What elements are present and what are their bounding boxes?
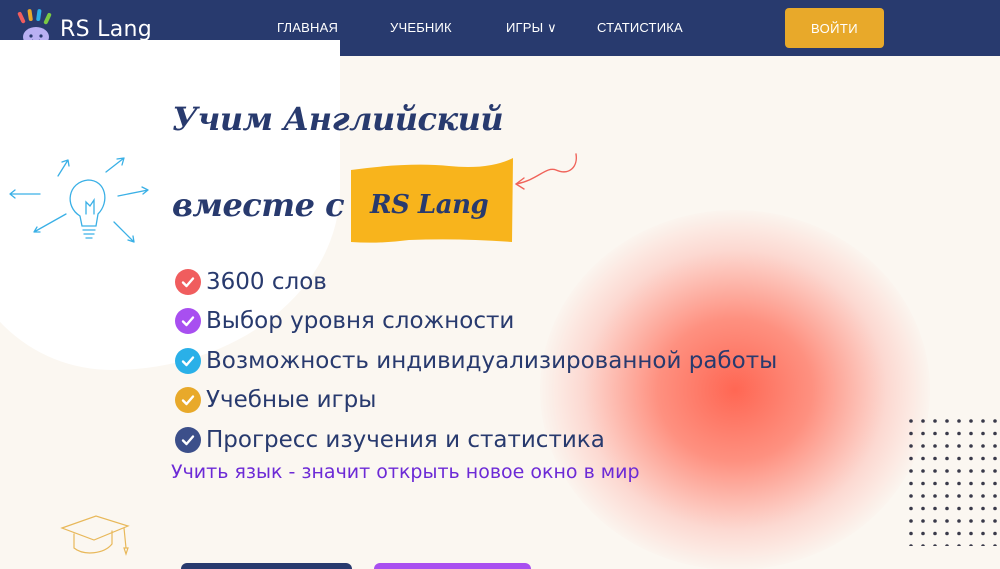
dot-grid-decoration [908, 418, 1000, 546]
nav-statistics[interactable]: СТАТИСТИКА [597, 20, 683, 35]
check-icon [175, 308, 201, 335]
secondary-action-button[interactable] [374, 563, 531, 569]
nav-games-dropdown[interactable]: ИГРЫ ∨ [506, 20, 557, 36]
graduation-cap-icon [60, 515, 130, 556]
check-icon [175, 347, 201, 374]
primary-action-button[interactable] [181, 563, 352, 569]
nav-home[interactable]: ГЛАВНАЯ [277, 20, 338, 35]
check-icon [175, 426, 201, 453]
curved-arrow-icon [515, 153, 577, 190]
hero-title-line2: вместе с [172, 186, 345, 224]
login-button[interactable]: ВОЙТИ [785, 8, 884, 48]
feature-item: Прогресс изучения и статистика [175, 420, 777, 460]
lightbulb-icon [9, 157, 149, 243]
brand-badge: RS Lang [370, 190, 489, 220]
feature-text: Возможность индивидуализированной работы [206, 347, 778, 374]
check-icon [175, 268, 201, 295]
check-icon [175, 387, 201, 414]
hero-title-line1: Учим Английский [172, 100, 504, 138]
logo-text: RS Lang [60, 16, 152, 42]
feature-text: Прогресс изучения и статистика [206, 426, 605, 453]
feature-item: Учебные игры [175, 381, 777, 421]
feature-item: Возможность индивидуализированной работы [175, 341, 777, 381]
feature-text: 3600 слов [206, 268, 327, 295]
feature-item: Выбор уровня сложности [175, 302, 777, 342]
feature-text: Выбор уровня сложности [206, 308, 515, 335]
feature-item: 3600 слов [175, 262, 777, 302]
feature-text: Учебные игры [206, 387, 377, 414]
features-list: 3600 слов Выбор уровня сложности Возможн… [175, 262, 777, 460]
motto-text: Учить язык - значит открыть новое окно в… [171, 461, 640, 483]
nav-textbook[interactable]: УЧЕБНИК [390, 20, 452, 35]
